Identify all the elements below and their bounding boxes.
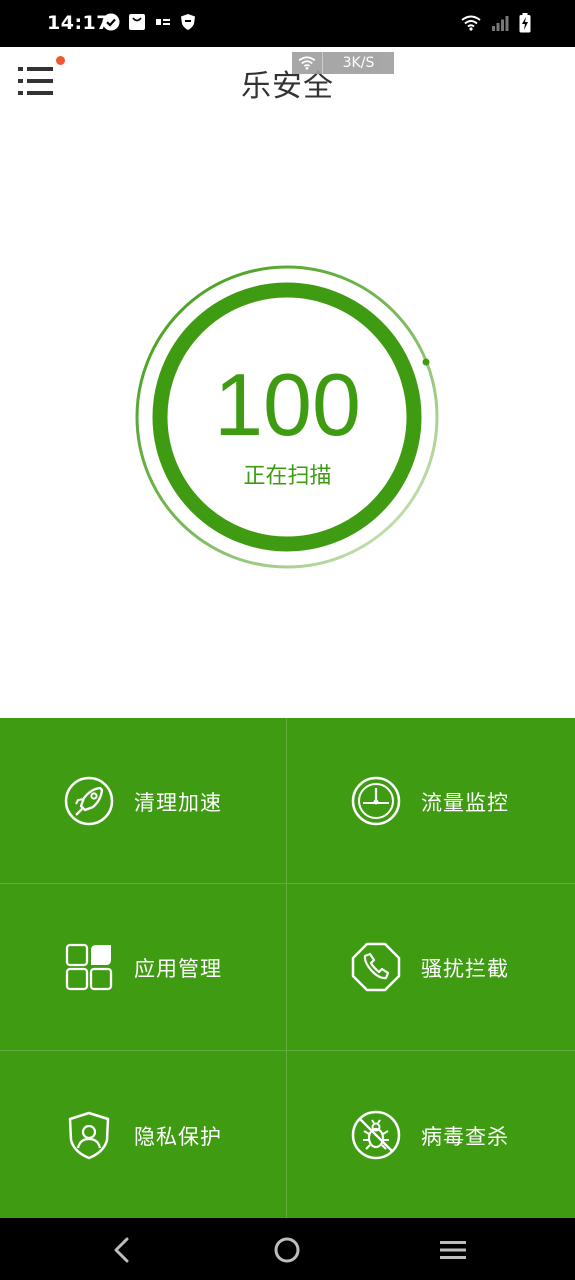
virus-kill-icon — [351, 1110, 401, 1159]
blocked-phone-icon — [351, 942, 401, 992]
feature-label: 隐私保护 — [134, 1124, 222, 1149]
feature-app-management[interactable]: 应用管理 — [0, 884, 287, 1051]
feature-clean-speedup[interactable]: 清理加速 — [0, 718, 287, 884]
shopping-bag-icon — [129, 14, 145, 30]
scan-status: 正在扫描 — [243, 464, 332, 489]
nav-back-button[interactable] — [107, 1235, 137, 1265]
gauge-icon — [351, 776, 401, 825]
feature-grid: 清理加速 流量监控 应用管理 骚扰拦截 隐私保护 病毒查杀 — [0, 718, 575, 1218]
shield-small-icon — [181, 14, 195, 30]
privacy-shield-icon — [68, 1111, 110, 1159]
feature-label: 流量监控 — [421, 790, 509, 815]
recents-icon — [440, 1241, 466, 1259]
battery-charging-icon — [519, 13, 531, 33]
app-grid-icon — [65, 943, 113, 991]
feature-label: 应用管理 — [134, 957, 222, 981]
app-title: 乐安全 — [241, 69, 334, 104]
navigation-bar — [0, 1218, 575, 1280]
wifi-icon — [461, 15, 481, 31]
news-app-icon — [156, 19, 170, 25]
network-speed-badge: 3K/S — [292, 52, 394, 74]
notification-icons — [102, 13, 196, 31]
feature-label: 骚扰拦截 — [421, 957, 509, 981]
score-area: 100 正在扫描 — [0, 115, 575, 718]
feature-virus-scan[interactable]: 病毒查杀 — [287, 1051, 575, 1218]
wifi-icon — [298, 56, 316, 70]
back-icon — [114, 1237, 129, 1263]
status-time: 14:17 — [47, 12, 110, 34]
rocket-icon — [64, 776, 114, 825]
home-icon — [274, 1237, 300, 1263]
app-header: 乐安全 3K/S — [0, 47, 575, 115]
score-value: 100 — [214, 355, 361, 454]
nav-recents-button[interactable] — [438, 1235, 468, 1265]
feature-traffic-monitor[interactable]: 流量监控 — [287, 718, 575, 884]
speed-text: 3K/S — [342, 55, 375, 71]
check-circle-icon — [102, 13, 120, 31]
feature-harassment-block[interactable]: 骚扰拦截 — [287, 884, 575, 1051]
signal-icon — [492, 16, 509, 31]
feature-label: 病毒查杀 — [421, 1124, 509, 1149]
feature-privacy-protection[interactable]: 隐私保护 — [0, 1051, 287, 1218]
system-icons — [461, 13, 531, 33]
nav-home-button[interactable] — [272, 1235, 302, 1265]
feature-label: 清理加速 — [134, 790, 222, 815]
status-bar: 14:17 — [0, 0, 575, 47]
